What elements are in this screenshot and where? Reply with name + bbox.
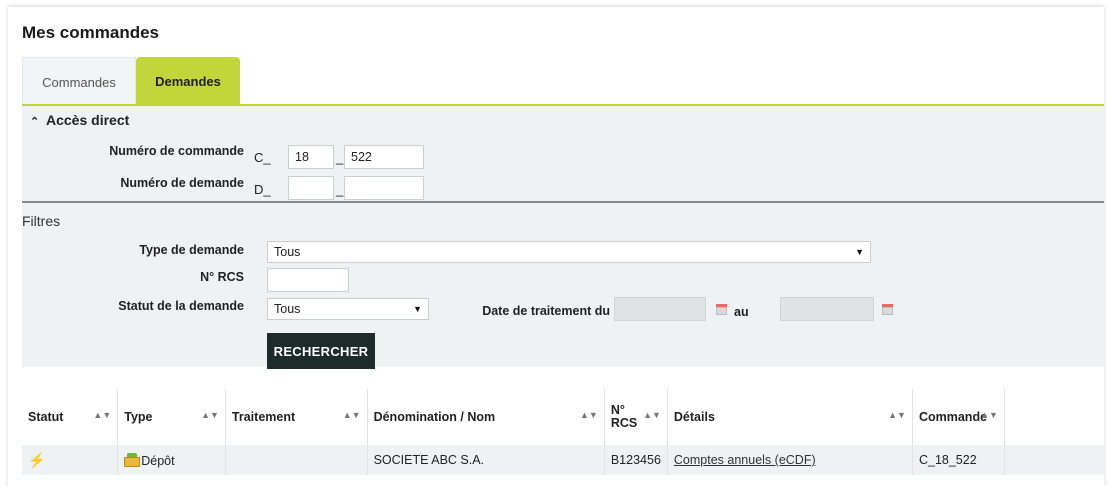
acces-direct-toggle[interactable]: ⌃ Accès direct xyxy=(30,112,129,128)
table-row[interactable]: ⚡ Dépôt SOCIETE ABC S.A. B123456 Comptes… xyxy=(22,445,1104,475)
date-to-input[interactable] xyxy=(780,297,874,321)
commande-year-input[interactable] xyxy=(288,145,334,169)
col-denomination[interactable]: Dénomination / Nom ▲▼ xyxy=(367,389,605,445)
cell-empty xyxy=(1004,445,1104,475)
statut-demande-select[interactable]: Tous ▼ xyxy=(267,298,429,320)
cell-traitement xyxy=(225,445,368,475)
depot-folder-icon xyxy=(124,452,141,467)
demande-separator: _ xyxy=(336,182,344,197)
type-demande-label: Type de demande xyxy=(139,243,244,257)
sort-icon[interactable]: ▲▼ xyxy=(93,410,111,420)
statut-demande-value: Tous xyxy=(274,302,301,316)
demande-prefix: D_ xyxy=(254,182,271,197)
main-frame: Mes commandes Commandes Demandes ⌃ Accès … xyxy=(8,6,1104,486)
sort-icon[interactable]: ▲▼ xyxy=(643,410,661,420)
table-header-row: Statut ▲▼ Type ▲▼ Traitement ▲▼ Dénominatio… xyxy=(22,389,1104,445)
dropdown-arrow-icon: ▼ xyxy=(855,247,864,257)
sort-icon[interactable]: ▲▼ xyxy=(580,410,598,420)
commande-separator: _ xyxy=(336,150,344,165)
details-link[interactable]: Comptes annuels (eCDF) xyxy=(674,453,816,467)
numero-commande-label: Numéro de commande xyxy=(109,144,244,158)
statut-demande-label: Statut de la demande xyxy=(118,299,244,313)
cell-commande: C_18_522 xyxy=(912,445,1005,475)
type-demande-value: Tous xyxy=(274,245,301,259)
col-details[interactable]: Détails ▲▼ xyxy=(667,389,913,445)
acces-direct-title: Accès direct xyxy=(46,112,130,128)
sort-icon[interactable]: ▲▼ xyxy=(980,410,998,420)
acces-direct-section: ⌃ Accès direct Numéro de commande C_ _ Nu… xyxy=(22,106,1104,201)
numero-demande-label: Numéro de demande xyxy=(120,176,244,190)
rcs-input[interactable] xyxy=(267,268,349,292)
calendar-icon[interactable] xyxy=(882,304,893,315)
filters-section: Filtres Type de demande Tous ▼ N° RCS St… xyxy=(22,203,1104,369)
search-button[interactable]: RECHERCHER xyxy=(267,333,375,369)
col-empty xyxy=(1004,389,1104,445)
sort-icon[interactable]: ▲▼ xyxy=(343,410,361,420)
date-from-input[interactable] xyxy=(614,297,706,321)
page-title: Mes commandes xyxy=(22,23,159,42)
col-commande[interactable]: Commande ▲▼ xyxy=(912,389,1005,445)
results-table-wrap: Statut ▲▼ Type ▲▼ Traitement ▲▼ Dénominatio… xyxy=(22,389,1104,475)
chevron-up-icon: ⌃ xyxy=(30,116,40,128)
cell-type: Dépôt xyxy=(117,445,226,475)
commande-prefix: C_ xyxy=(254,150,271,165)
cell-details: Comptes annuels (eCDF) xyxy=(667,445,913,475)
type-demande-select[interactable]: Tous ▼ xyxy=(267,241,871,263)
demande-number-input[interactable] xyxy=(344,176,424,200)
col-rcs[interactable]: N° RCS ▲▼ xyxy=(604,389,668,445)
cell-statut: ⚡ xyxy=(22,445,119,475)
rcs-label: N° RCS xyxy=(200,270,244,284)
dropdown-arrow-icon: ▼ xyxy=(413,304,422,314)
tab-commandes[interactable]: Commandes xyxy=(22,57,136,105)
col-traitement[interactable]: Traitement ▲▼ xyxy=(225,389,368,445)
commande-number-input[interactable] xyxy=(344,145,424,169)
cell-rcs: B123456 xyxy=(604,445,668,475)
results-table: Statut ▲▼ Type ▲▼ Traitement ▲▼ Dénominatio… xyxy=(22,389,1104,475)
sort-icon[interactable]: ▲▼ xyxy=(888,410,906,420)
cell-denomination: SOCIETE ABC S.A. xyxy=(367,445,605,475)
demande-year-input[interactable] xyxy=(288,176,334,200)
col-type[interactable]: Type ▲▼ xyxy=(117,389,226,445)
calendar-icon[interactable] xyxy=(716,304,727,315)
col-statut[interactable]: Statut ▲▼ xyxy=(22,389,119,445)
lightning-icon: ⚡ xyxy=(28,451,46,468)
sort-icon[interactable]: ▲▼ xyxy=(201,410,219,420)
date-to-label: au xyxy=(734,305,749,319)
filters-title: Filtres xyxy=(22,213,61,229)
tab-demandes[interactable]: Demandes xyxy=(136,57,240,105)
date-from-label: Date de traitement du xyxy=(482,304,610,318)
